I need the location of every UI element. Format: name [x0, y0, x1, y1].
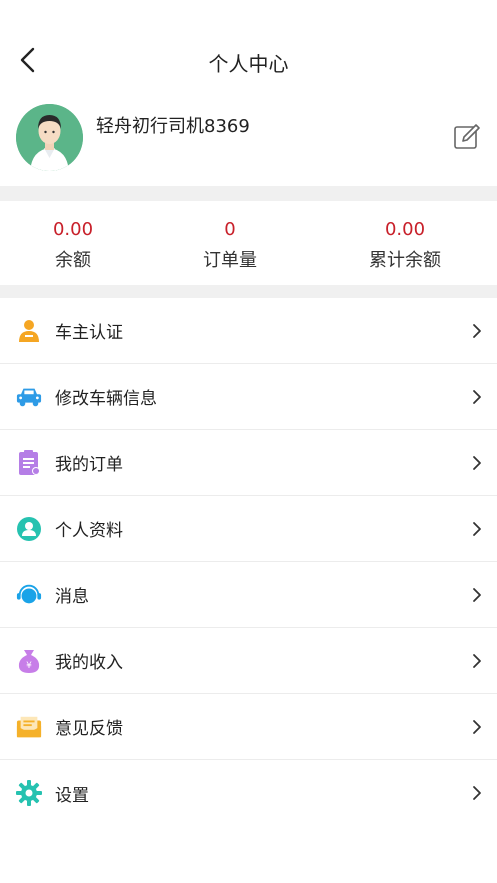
chevron-right-icon	[473, 389, 481, 404]
menu-item-my-income[interactable]: ¥ 我的收入	[0, 628, 497, 694]
avatar-person-icon	[16, 104, 83, 171]
stat-balance[interactable]: 0.00 余额	[0, 219, 148, 272]
menu-label: 车主认证	[55, 323, 123, 343]
menu-item-driver-verify[interactable]: 车主认证	[0, 298, 497, 364]
chevron-right-icon	[473, 587, 481, 602]
menu-label: 我的收入	[55, 653, 123, 673]
settings-gear-icon	[16, 780, 42, 806]
car-icon	[16, 384, 42, 410]
chevron-right-icon	[473, 786, 481, 800]
stat-value: 0.00	[52, 219, 94, 240]
edit-profile-button[interactable]	[452, 122, 482, 152]
menu-item-profile[interactable]: 个人资料	[0, 496, 497, 562]
stat-value: 0	[224, 219, 236, 240]
menu-label: 消息	[55, 587, 89, 607]
menu-label: 设置	[55, 785, 89, 806]
menu-item-messages[interactable]: 消息	[0, 562, 497, 628]
chevron-right-icon	[473, 521, 481, 536]
svg-text:¥: ¥	[26, 661, 32, 671]
menu-label: 我的订单	[55, 455, 123, 475]
chevron-right-icon	[473, 455, 481, 470]
profile-section: 轻舟初行司机8369	[0, 100, 497, 186]
order-list-icon	[16, 449, 42, 476]
stat-label: 订单量	[203, 250, 257, 271]
page-title: 个人中心	[208, 52, 289, 76]
menu-item-my-orders[interactable]: 我的订单	[0, 430, 497, 496]
section-divider	[0, 285, 497, 298]
profile-icon	[16, 516, 42, 542]
menu-item-settings[interactable]: 设置	[0, 760, 497, 826]
menu-item-feedback[interactable]: 意见反馈	[0, 694, 497, 760]
driver-verify-icon	[16, 318, 42, 344]
menu-label: 个人资料	[55, 521, 123, 541]
app-header: 个人中心	[0, 0, 497, 100]
stat-label: 余额	[55, 250, 91, 271]
menu-list: 车主认证 修改车辆信息 我的订单 个人资料 消息 ¥ 我的收入 意见反馈 设置	[0, 298, 497, 826]
chevron-right-icon	[473, 719, 481, 734]
chevron-right-icon	[473, 653, 481, 668]
stat-value: 0.00	[384, 219, 426, 240]
feedback-icon	[16, 714, 42, 740]
menu-item-edit-vehicle[interactable]: 修改车辆信息	[0, 364, 497, 430]
menu-label: 意见反馈	[55, 719, 123, 739]
money-bag-icon: ¥	[16, 648, 42, 674]
avatar[interactable]	[16, 104, 83, 171]
menu-label: 修改车辆信息	[55, 389, 157, 409]
stat-total-balance[interactable]: 0.00 累计余额	[330, 219, 480, 272]
edit-icon	[454, 124, 480, 149]
message-icon	[16, 582, 42, 608]
section-divider	[0, 186, 497, 201]
stat-label: 累计余额	[369, 250, 441, 271]
username: 轻舟初行司机8369	[96, 116, 250, 137]
stats-section: 0.00 余额 0 订单量 0.00 累计余额	[0, 201, 497, 285]
chevron-right-icon	[473, 323, 481, 338]
stat-order-count[interactable]: 0 订单量	[155, 219, 305, 272]
